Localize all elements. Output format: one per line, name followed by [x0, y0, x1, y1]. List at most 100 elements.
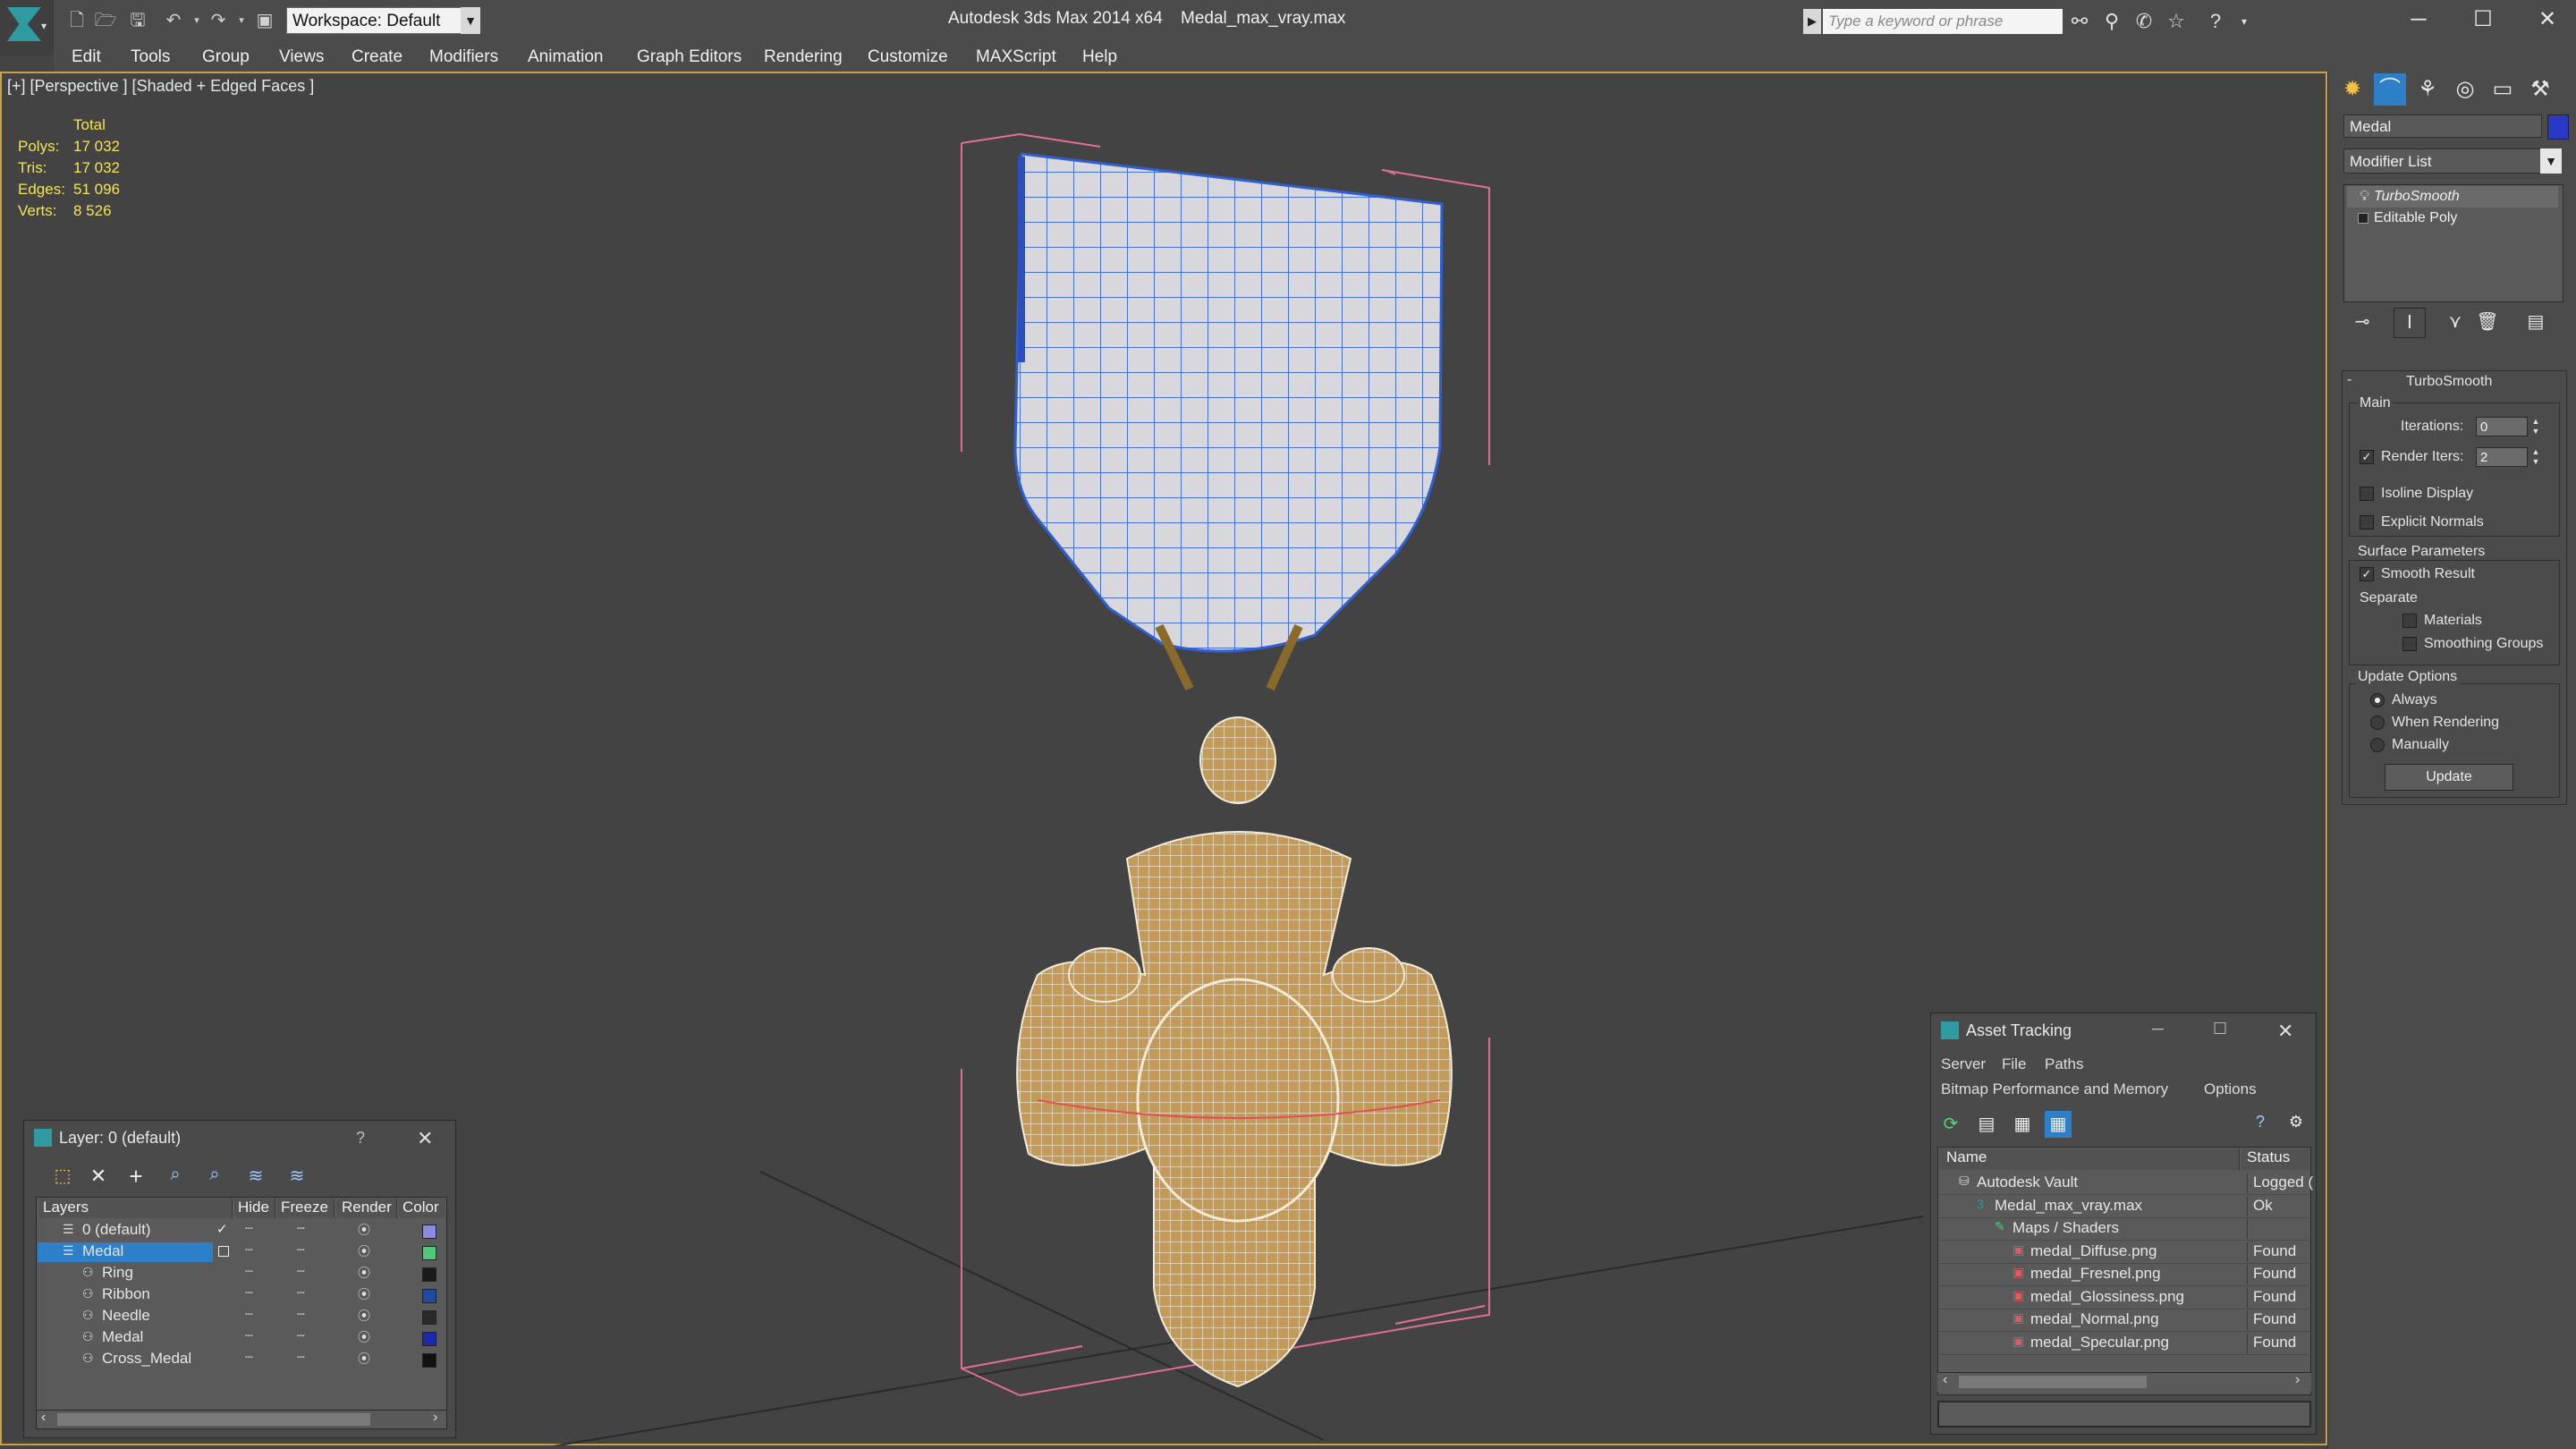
set-current-layer-icon[interactable]: ≋: [240, 1165, 272, 1190]
menu-paths[interactable]: Paths: [2045, 1055, 2083, 1073]
freeze-toggle-icon[interactable]: ┄: [297, 1307, 304, 1322]
asset-row[interactable]: ▣ medal_Diffuse.png Found: [1939, 1241, 2309, 1264]
rollout-title[interactable]: TurboSmooth: [2406, 374, 2492, 390]
menu-server[interactable]: Server: [1941, 1055, 1986, 1073]
layer-color-swatch[interactable]: [422, 1332, 436, 1346]
isoline-display-checkbox[interactable]: [2360, 487, 2374, 501]
asset-name[interactable]: medal_Glossiness.png: [2030, 1288, 2184, 1306]
scrollbar-thumb[interactable]: [57, 1413, 370, 1426]
explicit-normals-checkbox[interactable]: [2360, 515, 2374, 530]
smooth-result-checkbox[interactable]: ✓: [2360, 567, 2374, 581]
render-toggle-icon[interactable]: ⦿: [358, 1264, 370, 1282]
render-toggle-icon[interactable]: ⦿: [358, 1328, 370, 1346]
menu-bitmap-performance[interactable]: Bitmap Performance and Memory: [1941, 1080, 2168, 1098]
menu-customize[interactable]: Customize: [868, 43, 948, 72]
layer-color-swatch[interactable]: [422, 1246, 436, 1260]
scroll-right-icon[interactable]: ›: [433, 1410, 437, 1426]
lightbulb-icon[interactable]: 💡︎: [2360, 186, 2369, 208]
search-input[interactable]: Type a keyword or phrase: [1823, 9, 2063, 34]
asset-row[interactable]: ▣ medal_Fresnel.png Found: [1939, 1263, 2309, 1286]
render-toggle-icon[interactable]: ⦿: [358, 1221, 370, 1239]
manually-radio[interactable]: [2370, 738, 2385, 752]
column-hide[interactable]: Hide: [234, 1199, 275, 1218]
workspace-select[interactable]: Workspace: Default: [286, 7, 474, 34]
hide-toggle-icon[interactable]: ┄: [245, 1264, 252, 1279]
layer-name[interactable]: Ribbon: [102, 1285, 150, 1303]
stack-item-turbosmooth[interactable]: 💡︎ TurboSmooth: [2347, 186, 2558, 208]
favorites-star-icon[interactable]: ☆: [2163, 9, 2190, 34]
help-dropdown-icon[interactable]: ▾: [2231, 9, 2258, 34]
menu-animation[interactable]: Animation: [528, 43, 604, 72]
when-rendering-radio[interactable]: [2370, 716, 2385, 730]
column-color[interactable]: Color: [399, 1199, 445, 1218]
layer-color-swatch[interactable]: [422, 1353, 436, 1368]
render-iters-field[interactable]: 2: [2476, 447, 2528, 467]
menu-options[interactable]: Options: [2204, 1080, 2257, 1098]
materials-checkbox[interactable]: [2402, 614, 2417, 628]
app-logo-button[interactable]: ▾: [0, 0, 54, 55]
close-icon[interactable]: ✕: [2277, 1020, 2293, 1043]
layer-name[interactable]: Medal: [102, 1328, 143, 1346]
new-layer-icon[interactable]: ⬚: [47, 1165, 79, 1190]
layer-row[interactable]: ⚇ Medal ┄ ┄ ⦿: [38, 1327, 445, 1349]
asset-row[interactable]: 3 Medal_max_vray.max Ok: [1939, 1195, 2309, 1218]
column-render[interactable]: Render: [336, 1199, 397, 1218]
asset-name[interactable]: medal_Fresnel.png: [2030, 1265, 2161, 1283]
layer-name[interactable]: Ring: [102, 1264, 133, 1282]
asset-row[interactable]: ▣ medal_Normal.png Found: [1939, 1309, 2309, 1332]
menu-create[interactable]: Create: [352, 43, 402, 72]
render-iters-checkbox[interactable]: ✓: [2360, 450, 2374, 464]
layer-color-swatch[interactable]: [422, 1289, 436, 1303]
thumbnail-view-icon[interactable]: ▦: [2011, 1113, 2034, 1136]
asset-row[interactable]: ✎ Maps / Shaders: [1939, 1217, 2309, 1241]
binoculars-icon[interactable]: ⚯: [2066, 9, 2093, 34]
object-name-field[interactable]: Medal: [2343, 114, 2542, 138]
help-icon[interactable]: ?: [356, 1129, 365, 1148]
layer-row[interactable]: ⚇ Cross_Medal ┄ ┄ ⦿: [38, 1349, 445, 1370]
pin-stack-icon[interactable]: ⊸: [2347, 308, 2377, 336]
scrollbar-thumb[interactable]: [1959, 1376, 2147, 1388]
render-iters-spinner[interactable]: ▲ ▼: [2529, 447, 2542, 467]
iterations-field[interactable]: 0: [2476, 417, 2528, 436]
rollout-collapse-icon[interactable]: -: [2347, 372, 2351, 388]
hide-toggle-icon[interactable]: ┄: [245, 1328, 252, 1343]
freeze-toggle-icon[interactable]: ┄: [297, 1350, 304, 1365]
asset-name[interactable]: medal_Normal.png: [2030, 1310, 2159, 1328]
always-radio[interactable]: [2370, 693, 2385, 708]
layer-row[interactable]: ⚇ Ribbon ┄ ┄ ⦿: [38, 1284, 445, 1306]
menu-tools[interactable]: Tools: [131, 43, 170, 72]
column-name[interactable]: Name: [1939, 1148, 2240, 1170]
column-layers[interactable]: Layers: [39, 1199, 233, 1218]
table-view-icon[interactable]: ▦: [2045, 1111, 2072, 1138]
close-icon[interactable]: ✕: [2521, 4, 2574, 36]
column-freeze[interactable]: Freeze: [277, 1199, 335, 1218]
configure-modifier-sets-icon[interactable]: ▤: [2521, 308, 2551, 336]
hide-toggle-icon[interactable]: ┄: [245, 1307, 252, 1322]
render-toggle-icon[interactable]: ⦿: [358, 1350, 370, 1368]
asset-row[interactable]: ▣ medal_Glossiness.png Found: [1939, 1286, 2309, 1309]
make-unique-icon[interactable]: ⋎: [2440, 308, 2470, 336]
menu-file[interactable]: File: [2002, 1055, 2026, 1073]
asset-row[interactable]: ⛁ Autodesk Vault Logged (: [1939, 1172, 2313, 1195]
close-icon[interactable]: ✕: [417, 1127, 433, 1150]
menu-graph-editors[interactable]: Graph Editors: [637, 43, 741, 72]
render-toggle-icon[interactable]: ⦿: [358, 1242, 370, 1260]
menu-maxscript[interactable]: MAXScript: [976, 43, 1056, 72]
create-tab-icon[interactable]: ✹: [2336, 73, 2368, 106]
menu-modifiers[interactable]: Modifiers: [429, 43, 498, 72]
set-current-box-icon[interactable]: [218, 1246, 229, 1257]
asset-path-field[interactable]: [1937, 1401, 2311, 1428]
smoothing-groups-checkbox[interactable]: [2402, 637, 2417, 651]
refresh-icon[interactable]: ⟳: [1939, 1113, 1962, 1136]
maximize-icon[interactable]: ☐: [2213, 1020, 2227, 1038]
display-tab-icon[interactable]: ▭: [2487, 73, 2519, 106]
add-to-layer-icon[interactable]: +: [120, 1163, 152, 1190]
help-icon[interactable]: ?: [2249, 1113, 2272, 1136]
remove-modifier-icon[interactable]: 🗑︎: [2472, 308, 2503, 336]
layer-name[interactable]: Medal: [82, 1242, 123, 1260]
layer-row[interactable]: ☰ Medal ┄ ┄ ⦿: [38, 1241, 445, 1263]
stack-item-editable-poly[interactable]: Editable Poly: [2347, 208, 2558, 229]
layer-color-swatch[interactable]: [422, 1224, 436, 1239]
hide-toggle-icon[interactable]: ┄: [245, 1285, 252, 1301]
hide-toggle-icon[interactable]: ┄: [245, 1242, 252, 1258]
